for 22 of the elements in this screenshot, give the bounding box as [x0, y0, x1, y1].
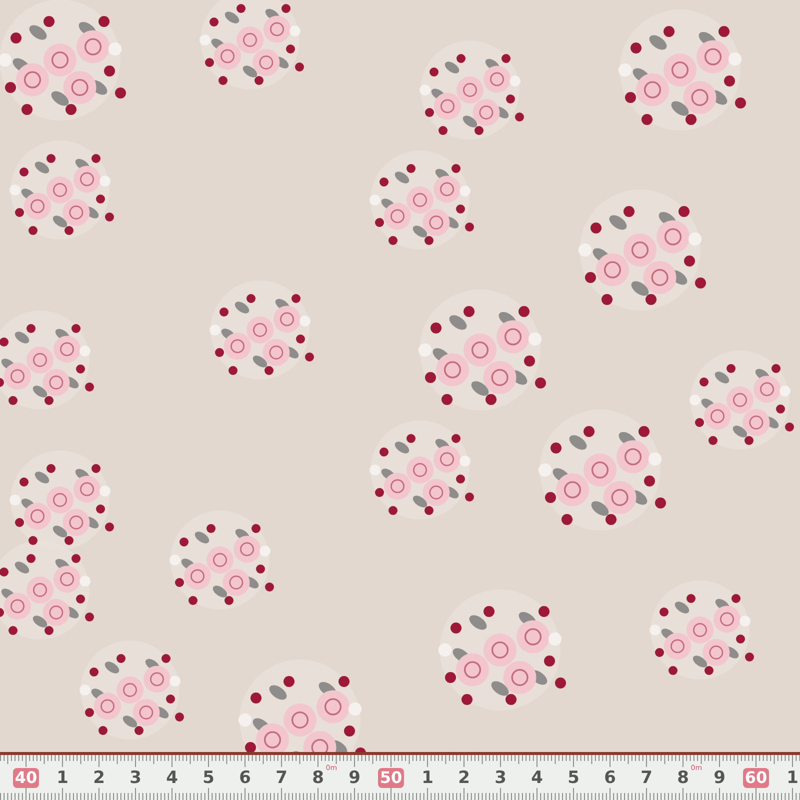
- ruler-number: 3: [494, 768, 506, 788]
- ruler-number: 8: [677, 768, 689, 788]
- ruler-number: 6: [604, 768, 616, 788]
- ruler-number: 4: [531, 768, 543, 788]
- ruler-number: 40: [12, 768, 40, 788]
- ruler-number: 9: [714, 768, 726, 788]
- ruler-number: 3: [130, 768, 142, 788]
- ruler-number: 1: [786, 768, 798, 788]
- ruler-number: 6: [239, 768, 251, 788]
- ruler-number: 8: [312, 768, 324, 788]
- ruler-number: 2: [93, 768, 105, 788]
- ruler-number: 2: [458, 768, 470, 788]
- ruler-number: 5: [568, 768, 580, 788]
- ruler-number: 5: [202, 768, 214, 788]
- ruler-number: 4: [166, 768, 178, 788]
- ruler-number: 50: [378, 768, 404, 788]
- ruler-number: 60: [742, 768, 770, 788]
- ruler-number: 9: [348, 768, 360, 788]
- ruler-number: 7: [276, 768, 288, 788]
- ruler-number: 7: [640, 768, 652, 788]
- ruler-number: 1: [56, 768, 68, 788]
- ruler-number: 1: [422, 768, 434, 788]
